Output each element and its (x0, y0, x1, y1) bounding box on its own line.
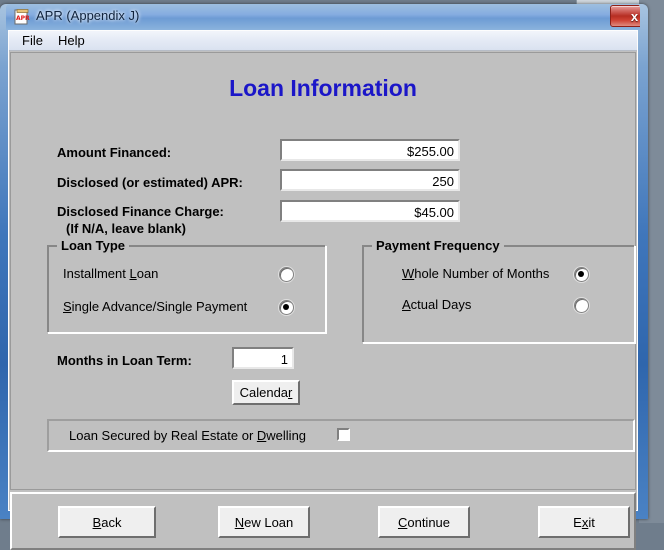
single-advance-radio[interactable] (279, 300, 294, 315)
installment-loan-radio[interactable] (279, 267, 294, 282)
window-title: APR (Appendix J) (36, 8, 140, 23)
loan-type-group: Loan Type Installment Loan Single Advanc… (47, 238, 326, 333)
menu-item-help[interactable]: Help (51, 33, 92, 49)
action-bar: Back New Loan Continue Exit (10, 492, 636, 550)
menu-item-file[interactable]: File (15, 33, 50, 49)
menu-bar: File Help (9, 31, 637, 51)
payment-frequency-legend: Payment Frequency (372, 238, 504, 253)
close-button[interactable]: x (610, 5, 640, 27)
continue-button[interactable]: Continue (378, 506, 470, 538)
amount-financed-input[interactable] (280, 139, 460, 161)
exit-button-label: Exit (573, 514, 595, 530)
actual-days-radio[interactable] (574, 298, 589, 313)
close-icon: x (630, 8, 639, 24)
actual-days-label: Actual Days (402, 297, 472, 312)
whole-months-label: Whole Number of Months (402, 266, 550, 281)
exit-button[interactable]: Exit (538, 506, 630, 538)
window-client-area: File Help Loan Information Amount Financ… (8, 30, 638, 550)
loan-term-label: Months in Loan Term: (57, 353, 192, 368)
disclosed-apr-input[interactable] (280, 169, 460, 191)
app-root: APR APR (Appendix J) x File Help Loan In… (0, 0, 664, 550)
title-bar: APR APR (Appendix J) x (6, 4, 640, 30)
single-advance-label: Single Advance/Single Payment (63, 299, 248, 314)
whole-months-radio[interactable] (574, 267, 589, 282)
svg-text:APR: APR (16, 15, 30, 22)
loan-term-input[interactable] (232, 347, 294, 369)
calendar-button-label: Calendar (239, 385, 293, 400)
apr-document-icon: APR (14, 9, 30, 25)
calendar-button[interactable]: Calendar (232, 380, 300, 405)
back-button[interactable]: Back (58, 506, 156, 538)
finance-charge-label: Disclosed Finance Charge: (57, 204, 224, 219)
finance-charge-sublabel: (If N/A, leave blank) (66, 221, 186, 236)
finance-charge-input[interactable] (280, 200, 460, 222)
secured-label: Loan Secured by Real Estate or Dwelling (69, 428, 307, 443)
loan-type-legend: Loan Type (57, 238, 130, 253)
back-button-label: Back (92, 514, 122, 530)
page-title: Loan Information (229, 75, 417, 101)
disclosed-apr-label: Disclosed (or estimated) APR: (57, 175, 243, 190)
new-loan-button[interactable]: New Loan (218, 506, 310, 538)
installment-loan-label: Installment Loan (63, 266, 159, 281)
continue-button-label: Continue (397, 514, 451, 530)
new-loan-button-label: New Loan (234, 514, 294, 530)
form-panel: Loan Information Amount Financed: Disclo… (10, 52, 636, 490)
secured-checkbox[interactable] (337, 428, 350, 441)
payment-frequency-group: Payment Frequency Whole Number of Months… (362, 238, 635, 343)
secured-panel: Loan Secured by Real Estate or Dwelling (47, 419, 635, 452)
amount-financed-label: Amount Financed: (57, 145, 172, 160)
